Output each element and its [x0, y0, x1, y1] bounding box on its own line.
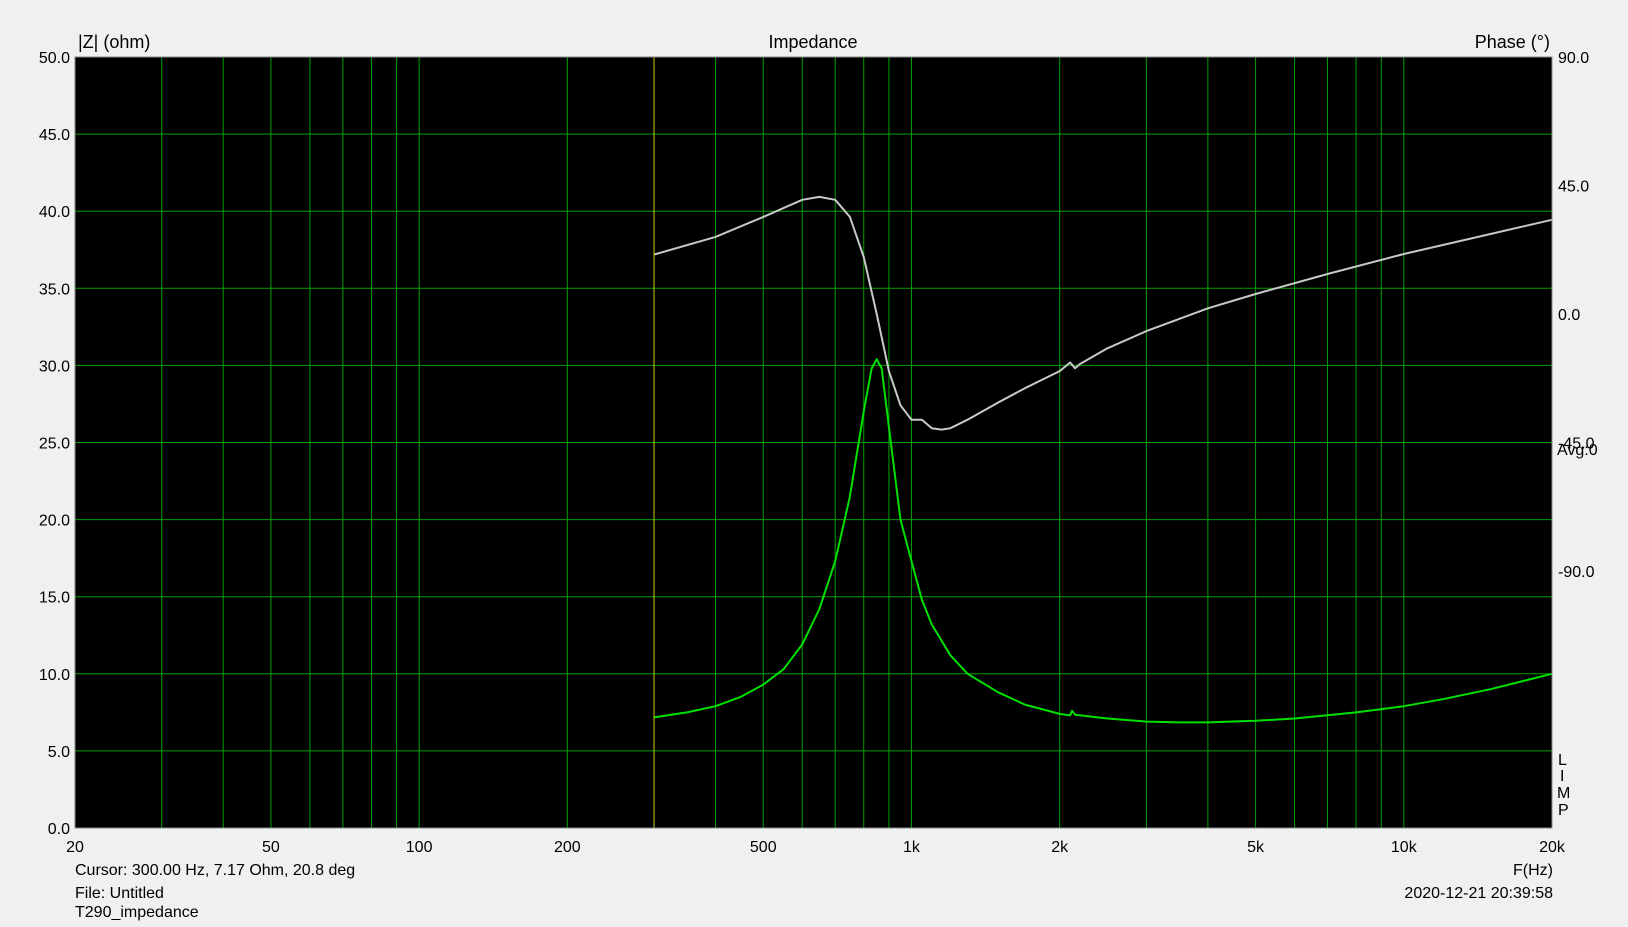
chart-title: Impedance [768, 32, 858, 52]
left-axis-title: |Z| (ohm) [78, 32, 151, 52]
x-tick-label: 50 [262, 839, 280, 856]
x-tick-label: 20k [1539, 839, 1566, 856]
limp-letter: M [1557, 785, 1571, 802]
y-tick-label-right: 45.0 [1558, 179, 1589, 196]
measurement-name: T290_impedance [75, 904, 199, 921]
y-tick-label-left: 20.0 [39, 513, 70, 530]
impedance-chart: 0.0 5.0 10.0 15.0 20.0 25.0 30.0 35.0 40.0 45.0 50… [39, 50, 1595, 856]
y-tick-label-left: 30.0 [39, 358, 70, 375]
y-tick-label-left: 35.0 [39, 281, 70, 298]
timestamp: 2020-12-21 20:39:58 [1404, 885, 1553, 902]
y-tick-label-left: 25.0 [39, 436, 70, 453]
x-tick-label: 2k [1051, 839, 1069, 856]
right-axis-title: Phase (°) [1474, 32, 1550, 52]
x-axis-title: F(Hz) [1513, 862, 1553, 879]
x-tick-label: 1k [903, 839, 921, 856]
cursor-readout: Cursor: 300.00 Hz, 7.17 Ohm, 20.8 deg [75, 862, 356, 879]
y-tick-label-left: 0.0 [48, 821, 70, 838]
limp-letter: I [1560, 768, 1565, 785]
x-tick-label: 10k [1391, 839, 1418, 856]
y-tick-label-right: 0.0 [1558, 307, 1580, 324]
y-tick-label-left: 40.0 [39, 204, 70, 221]
x-tick-label: 200 [554, 839, 581, 856]
y-tick-label-left: 45.0 [39, 127, 70, 144]
limp-letter: P [1558, 802, 1569, 819]
x-tick-label: 100 [406, 839, 433, 856]
x-tick-label: 20 [66, 839, 84, 856]
file-name: File: Untitled [75, 885, 164, 902]
y-tick-label-left: 15.0 [39, 590, 70, 607]
x-tick-label: 5k [1247, 839, 1265, 856]
y-tick-label-left: 5.0 [48, 744, 70, 761]
x-tick-label: 500 [750, 839, 777, 856]
y-tick-label-left: 50.0 [39, 50, 70, 67]
y-tick-label-right: 90.0 [1558, 50, 1589, 67]
avg-label: Avg:0 [1557, 442, 1598, 459]
y-tick-label-left: 10.0 [39, 667, 70, 684]
y-tick-label-right: -90.0 [1558, 564, 1595, 581]
